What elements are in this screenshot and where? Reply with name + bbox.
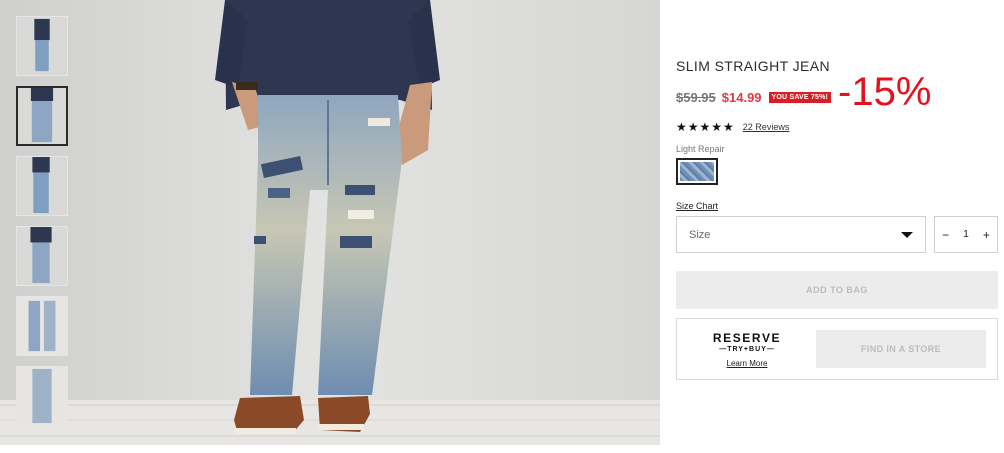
quantity-stepper: − 1 + bbox=[934, 216, 998, 253]
star-rating-icon: ★★★★★ bbox=[676, 120, 735, 134]
learn-more-link[interactable]: Learn More bbox=[727, 359, 768, 368]
rating-row: ★★★★★ 22 Reviews bbox=[676, 120, 789, 134]
reserve-try-buy-logo: RESERVE —TRY+BUY— Learn More bbox=[707, 331, 787, 371]
product-title: SLIM STRAIGHT JEAN bbox=[676, 58, 830, 74]
product-page: SLIM STRAIGHT JEAN $59.95 $14.99 YOU SAV… bbox=[0, 0, 1004, 453]
price-row: $59.95 $14.99 YOU SAVE 75%! bbox=[676, 88, 832, 106]
size-chart-link[interactable]: Size Chart bbox=[676, 201, 718, 211]
thumbnail-2[interactable] bbox=[16, 86, 68, 146]
reserve-section: RESERVE —TRY+BUY— Learn More FIND IN A S… bbox=[676, 318, 998, 380]
original-price: $59.95 bbox=[676, 89, 716, 105]
quantity-value: 1 bbox=[963, 229, 969, 240]
add-to-bag-button[interactable]: ADD TO BAG bbox=[676, 271, 998, 309]
jeans-model-photo bbox=[0, 0, 660, 445]
color-name-label: Light Repair bbox=[676, 144, 725, 154]
swatch-image bbox=[680, 162, 714, 181]
color-swatch-light-repair[interactable] bbox=[676, 158, 718, 185]
discount-overlay-text: -15% bbox=[838, 70, 932, 114]
thumbnail-5[interactable] bbox=[16, 296, 68, 356]
chevron-down-icon bbox=[901, 231, 913, 238]
hero-product-image bbox=[0, 0, 660, 445]
product-details-panel: SLIM STRAIGHT JEAN $59.95 $14.99 YOU SAV… bbox=[676, 0, 998, 453]
minus-icon[interactable]: − bbox=[942, 228, 949, 242]
savings-badge: YOU SAVE 75%! bbox=[768, 91, 832, 103]
thumbnail-4[interactable] bbox=[16, 226, 68, 286]
reserve-subtitle: —TRY+BUY— bbox=[719, 346, 775, 353]
reviews-link[interactable]: 22 Reviews bbox=[743, 122, 790, 132]
thumbnail-6[interactable] bbox=[16, 366, 68, 426]
size-dropdown-value: Size bbox=[689, 228, 711, 241]
find-in-store-button[interactable]: FIND IN A STORE bbox=[816, 330, 986, 368]
thumbnail-3[interactable] bbox=[16, 156, 68, 216]
sale-price: $14.99 bbox=[721, 89, 762, 105]
size-dropdown[interactable]: Size bbox=[676, 216, 926, 253]
thumbnail-1[interactable] bbox=[16, 16, 68, 76]
reserve-title: RESERVE bbox=[712, 331, 782, 345]
plus-icon[interactable]: + bbox=[983, 228, 990, 242]
